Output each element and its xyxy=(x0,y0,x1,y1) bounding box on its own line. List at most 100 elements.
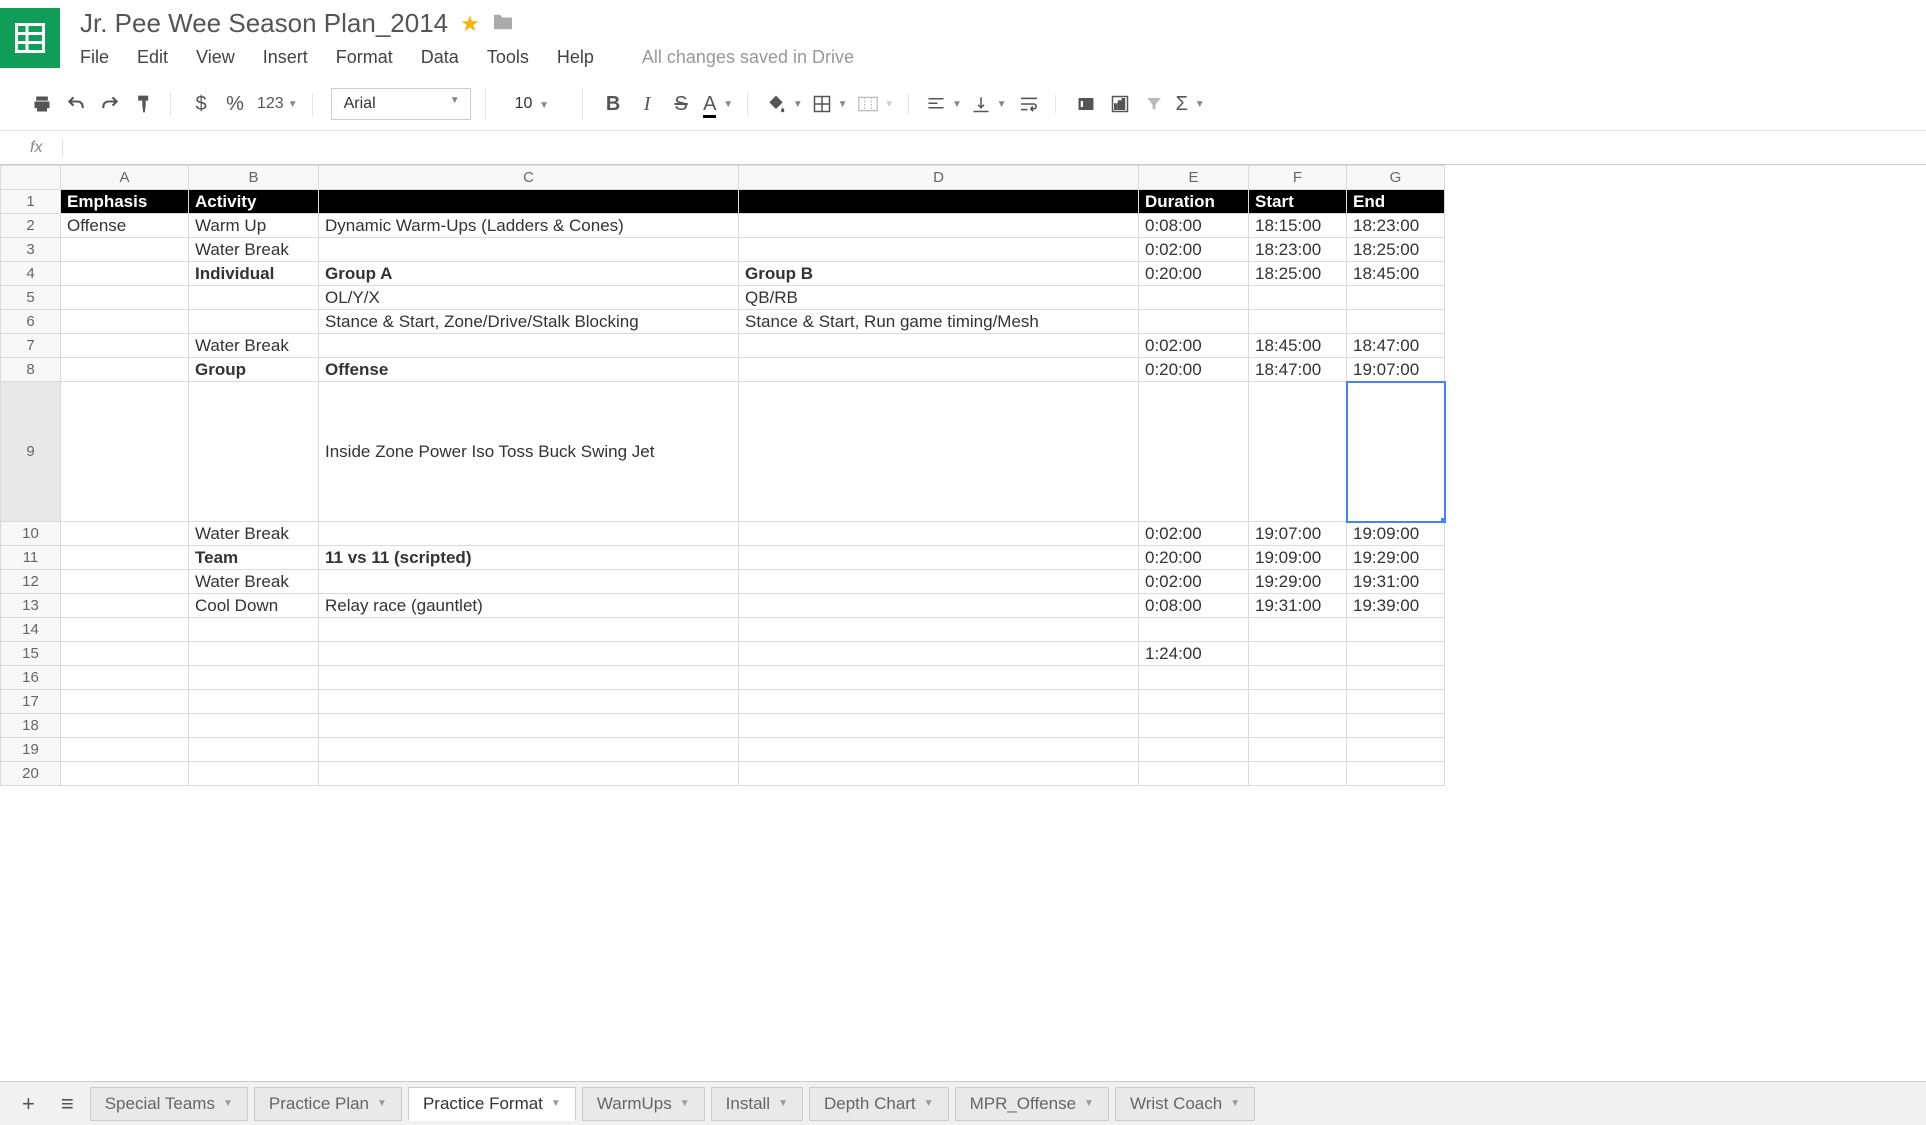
cell-E1[interactable]: Duration xyxy=(1139,190,1249,214)
cell-F8[interactable]: 18:47:00 xyxy=(1249,358,1347,382)
row-14[interactable]: 14 xyxy=(1,618,61,642)
row-8[interactable]: 8 xyxy=(1,358,61,382)
undo-icon[interactable] xyxy=(64,94,88,114)
doc-title[interactable]: Jr. Pee Wee Season Plan_2014 xyxy=(80,8,448,39)
tab-practice-plan[interactable]: Practice Plan▼ xyxy=(254,1087,402,1121)
cell-E2[interactable]: 0:08:00 xyxy=(1139,214,1249,238)
cell-A12[interactable] xyxy=(61,570,189,594)
row-17[interactable]: 17 xyxy=(1,690,61,714)
cell-G7[interactable]: 18:47:00 xyxy=(1347,334,1445,358)
chart-icon[interactable] xyxy=(1108,95,1132,113)
cell-D4[interactable]: Group B xyxy=(739,262,1139,286)
cell-G4[interactable]: 18:45:00 xyxy=(1347,262,1445,286)
cell-E10[interactable]: 0:02:00 xyxy=(1139,522,1249,546)
spreadsheet-grid[interactable]: A B C D E F G 1 Emphasis Activity Durati… xyxy=(0,165,1445,786)
tab-special-teams[interactable]: Special Teams▼ xyxy=(90,1087,248,1121)
cell-D6[interactable]: Stance & Start, Run game timing/Mesh xyxy=(739,310,1139,334)
select-all-corner[interactable] xyxy=(1,166,61,190)
tab-depth-chart[interactable]: Depth Chart▼ xyxy=(809,1087,949,1121)
cell-B2[interactable]: Warm Up xyxy=(189,214,319,238)
cell-A8[interactable] xyxy=(61,358,189,382)
cell-C7[interactable] xyxy=(319,334,739,358)
cell-G8[interactable]: 19:07:00 xyxy=(1347,358,1445,382)
cell-D8[interactable] xyxy=(739,358,1139,382)
sheets-logo[interactable] xyxy=(0,8,60,68)
cell-A7[interactable] xyxy=(61,334,189,358)
tab-wrist-coach[interactable]: Wrist Coach▼ xyxy=(1115,1087,1255,1121)
cell-A10[interactable] xyxy=(61,522,189,546)
cell-E5[interactable] xyxy=(1139,286,1249,310)
cell-B10[interactable]: Water Break xyxy=(189,522,319,546)
cell-F3[interactable]: 18:23:00 xyxy=(1249,238,1347,262)
cell-C6[interactable]: Stance & Start, Zone/Drive/Stalk Blockin… xyxy=(319,310,739,334)
row-6[interactable]: 6 xyxy=(1,310,61,334)
cell-C5[interactable]: OL/Y/X xyxy=(319,286,739,310)
halign-button[interactable]: ▼ xyxy=(927,96,962,112)
row-7[interactable]: 7 xyxy=(1,334,61,358)
star-icon[interactable]: ★ xyxy=(460,11,480,37)
cell-F10[interactable]: 19:07:00 xyxy=(1249,522,1347,546)
row-10[interactable]: 10 xyxy=(1,522,61,546)
cell-C11[interactable]: 11 vs 11 (scripted) xyxy=(319,546,739,570)
cell-D7[interactable] xyxy=(739,334,1139,358)
cell-G1[interactable]: End xyxy=(1347,190,1445,214)
print-icon[interactable] xyxy=(30,94,54,114)
row-18[interactable]: 18 xyxy=(1,714,61,738)
row-5[interactable]: 5 xyxy=(1,286,61,310)
cell-A4[interactable] xyxy=(61,262,189,286)
bold-button[interactable]: B xyxy=(601,93,625,116)
cell-D9[interactable] xyxy=(739,382,1139,522)
cell-E11[interactable]: 0:20:00 xyxy=(1139,546,1249,570)
cell-B12[interactable]: Water Break xyxy=(189,570,319,594)
cell-A11[interactable] xyxy=(61,546,189,570)
menu-file[interactable]: File xyxy=(80,47,109,68)
cell-B5[interactable] xyxy=(189,286,319,310)
redo-icon[interactable] xyxy=(98,94,122,114)
menu-data[interactable]: Data xyxy=(421,47,459,68)
tab-warmups[interactable]: WarmUps▼ xyxy=(582,1087,705,1121)
cell-E13[interactable]: 0:08:00 xyxy=(1139,594,1249,618)
cell-F1[interactable]: Start xyxy=(1249,190,1347,214)
cell-B6[interactable] xyxy=(189,310,319,334)
cell-F12[interactable]: 19:29:00 xyxy=(1249,570,1347,594)
formula-input[interactable] xyxy=(63,135,1916,160)
text-color-button[interactable]: A ▼ xyxy=(703,93,733,116)
row-4[interactable]: 4 xyxy=(1,262,61,286)
tab-practice-format[interactable]: Practice Format▼ xyxy=(408,1087,576,1121)
cell-B8[interactable]: Group xyxy=(189,358,319,382)
cell-F11[interactable]: 19:09:00 xyxy=(1249,546,1347,570)
cell-C2[interactable]: Dynamic Warm-Ups (Ladders & Cones) xyxy=(319,214,739,238)
cell-A13[interactable] xyxy=(61,594,189,618)
menu-tools[interactable]: Tools xyxy=(487,47,529,68)
cell-E4[interactable]: 0:20:00 xyxy=(1139,262,1249,286)
col-G[interactable]: G xyxy=(1347,166,1445,190)
cell-D5[interactable]: QB/RB xyxy=(739,286,1139,310)
cell-B3[interactable]: Water Break xyxy=(189,238,319,262)
cell-C4[interactable]: Group A xyxy=(319,262,739,286)
cell-C13[interactable]: Relay race (gauntlet) xyxy=(319,594,739,618)
cell-G2[interactable]: 18:23:00 xyxy=(1347,214,1445,238)
row-11[interactable]: 11 xyxy=(1,546,61,570)
percent-button[interactable]: % xyxy=(223,93,247,116)
cell-D1[interactable] xyxy=(739,190,1139,214)
cell-B4[interactable]: Individual xyxy=(189,262,319,286)
cell-D12[interactable] xyxy=(739,570,1139,594)
cell-E6[interactable] xyxy=(1139,310,1249,334)
cell-E9[interactable] xyxy=(1139,382,1249,522)
row-16[interactable]: 16 xyxy=(1,666,61,690)
cell-A5[interactable] xyxy=(61,286,189,310)
wrap-button[interactable] xyxy=(1017,96,1041,112)
row-13[interactable]: 13 xyxy=(1,594,61,618)
row-12[interactable]: 12 xyxy=(1,570,61,594)
cell-D11[interactable] xyxy=(739,546,1139,570)
col-F[interactable]: F xyxy=(1249,166,1347,190)
cell-C10[interactable] xyxy=(319,522,739,546)
number-format-button[interactable]: 123▼ xyxy=(257,95,298,113)
cell-D10[interactable] xyxy=(739,522,1139,546)
borders-button[interactable]: ▼ xyxy=(813,95,848,113)
col-D[interactable]: D xyxy=(739,166,1139,190)
cell-A1[interactable]: Emphasis xyxy=(61,190,189,214)
cell-A3[interactable] xyxy=(61,238,189,262)
folder-icon[interactable] xyxy=(492,11,514,37)
menu-insert[interactable]: Insert xyxy=(263,47,308,68)
